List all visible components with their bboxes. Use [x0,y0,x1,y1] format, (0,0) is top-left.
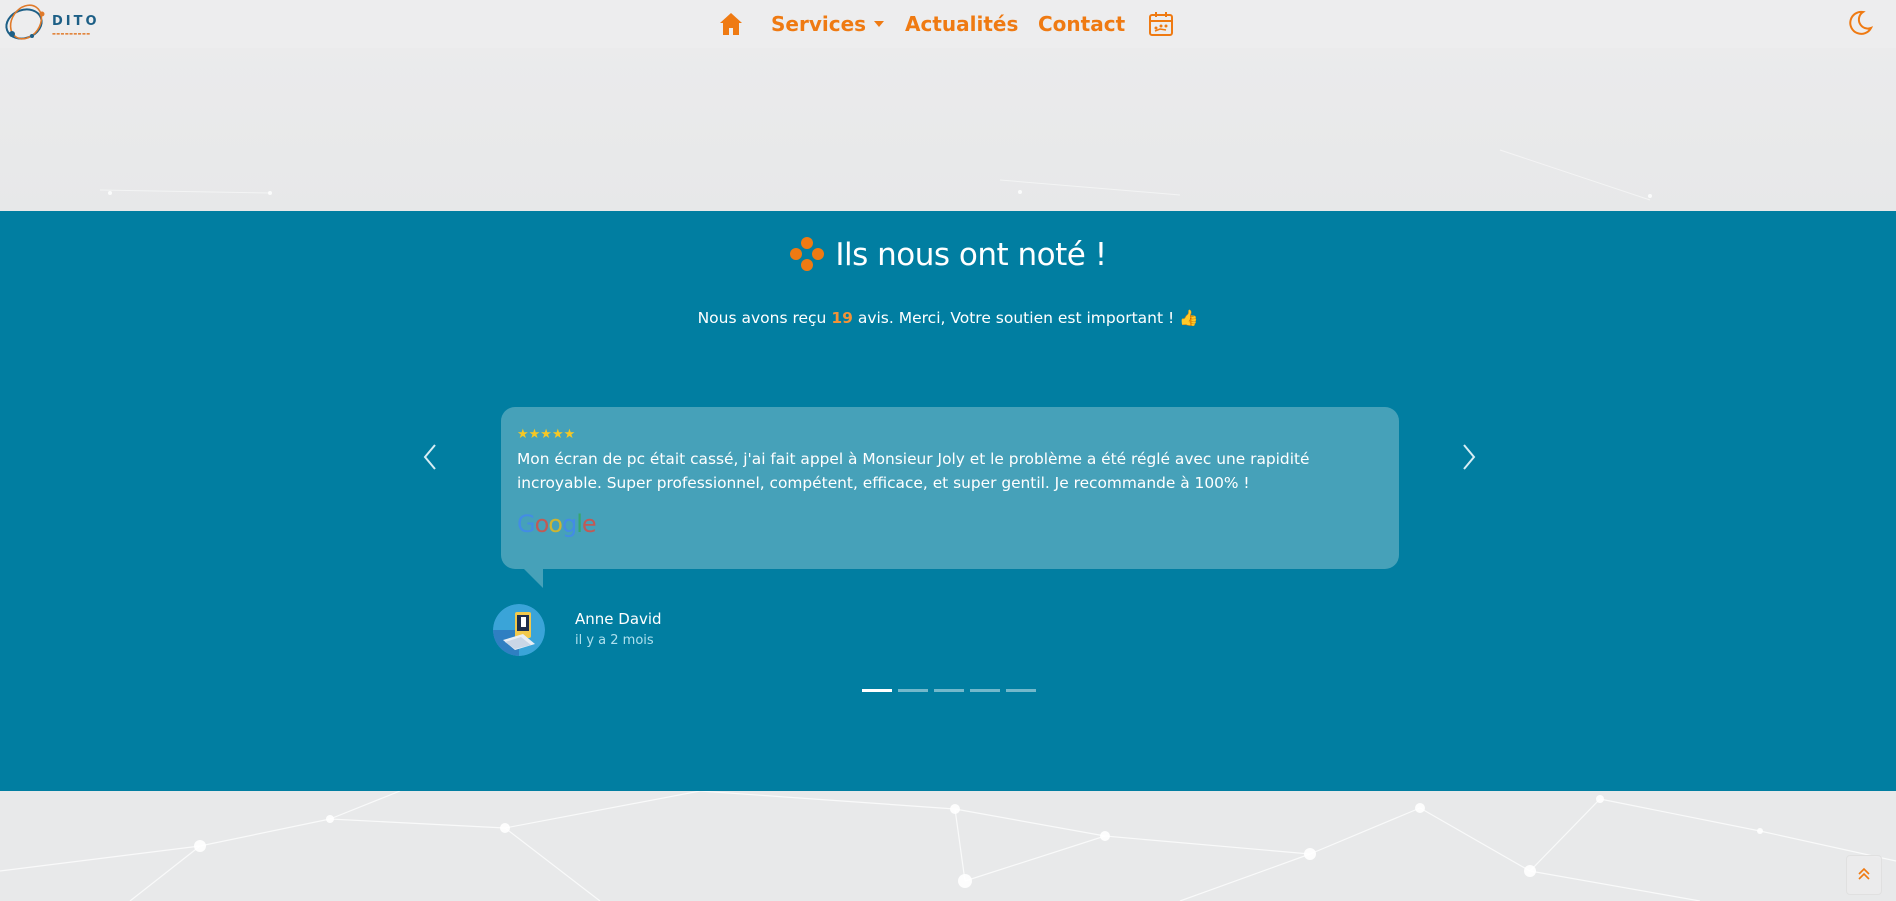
section-title: Ils nous ont noté ! [0,236,1896,275]
review-author: Anne David [575,610,662,628]
carousel-indicator-4[interactable] [970,689,1000,692]
nav-contact[interactable]: Contact [1038,10,1125,38]
review-text: Mon écran de pc était cassé, j'ai fait a… [517,450,1310,492]
carousel-next-button[interactable] [1457,439,1481,475]
carousel-indicator-2[interactable] [898,689,928,692]
logo-icon [5,4,45,40]
navbar: DITO ▬▬▬▬▬▬▬▬▬ Services Actualités Conta… [0,0,1896,48]
google-logo: Google [517,510,597,538]
logo-tagline: ▬▬▬▬▬▬▬▬▬ [52,31,91,36]
nav-services[interactable]: Services [771,10,885,38]
chevron-down-icon [874,20,885,27]
moon-icon[interactable] [1846,9,1874,37]
chevron-left-icon [423,444,436,470]
avatar [493,604,545,656]
nav-services-label: Services [771,12,867,36]
reviews-section: Ils nous ont noté ! Nous avons reçu 19 a… [0,211,1896,791]
review-card: ★★★★★ Mon écran de pc était cassé, j'ai … [501,407,1399,569]
rating-stars: ★★★★★ [517,427,576,442]
bottom-section [0,791,1896,901]
card-tail [523,568,543,588]
dots-icon [789,236,825,272]
logo-text: DITO [52,14,100,29]
section-title-text: Ils nous ont noté ! [835,237,1107,273]
subtitle-text-after: avis. Merci, Votre soutien est important… [852,309,1199,327]
subtitle-text-before: Nous avons reçu [697,309,832,327]
section-subtitle: Nous avons reçu 19 avis. Merci, Votre so… [0,309,1896,327]
network-background [0,791,1896,901]
chevron-right-icon [1463,444,1476,470]
double-chevron-up-icon [1858,867,1870,880]
review-date: il y a 2 mois [575,633,654,648]
scroll-to-top-button[interactable] [1846,855,1882,895]
carousel-indicator-1[interactable] [862,689,892,692]
carousel-indicator-3[interactable] [934,689,964,692]
nav-actualites[interactable]: Actualités [905,10,1018,38]
carousel-prev-button[interactable] [418,439,442,475]
carousel-indicator-5[interactable] [1006,689,1036,692]
logo[interactable]: DITO ▬▬▬▬▬▬▬▬▬ [2,0,98,48]
home-icon[interactable] [718,11,744,37]
calendar-icon[interactable] [1147,10,1175,38]
review-count: 19 [831,309,853,327]
